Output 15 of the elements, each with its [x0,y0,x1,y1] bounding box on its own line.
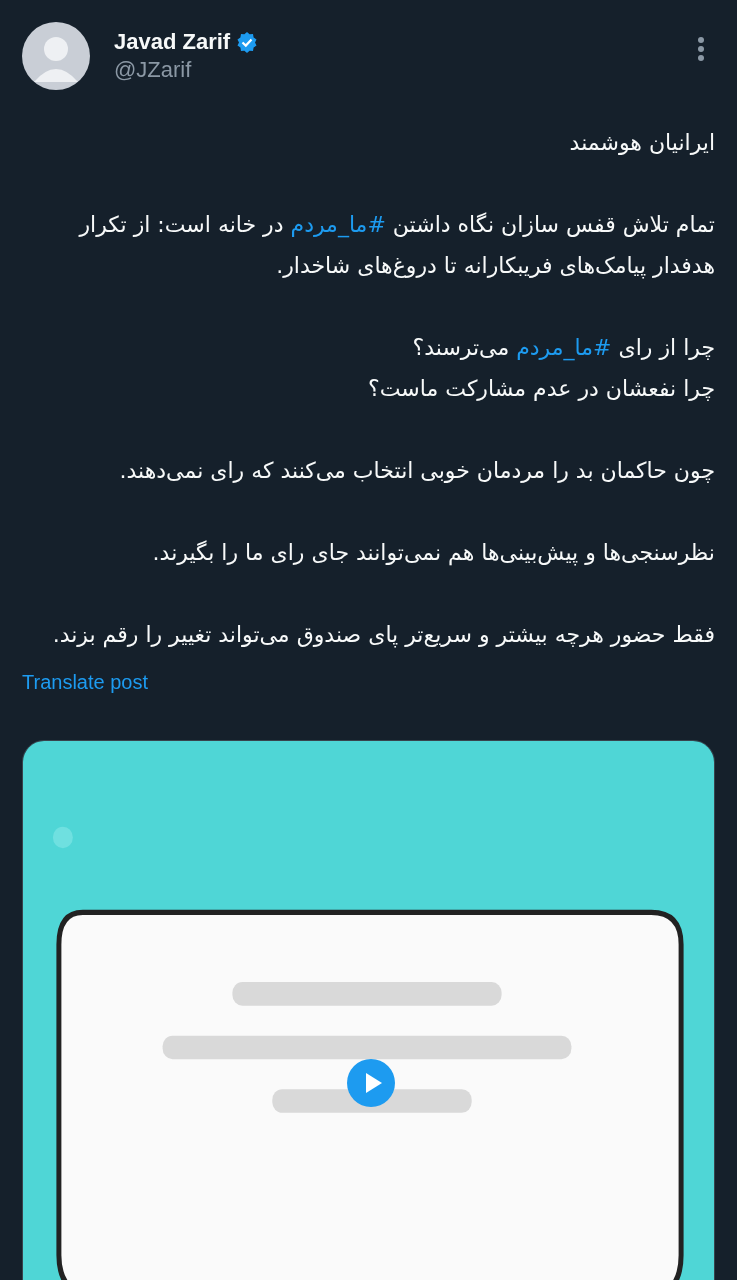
more-options-icon[interactable] [697,36,705,62]
post-text: چرا از رای #ما_مردم می‌ترسند؟ [411,334,715,363]
post-text: چون حاکمان بد را مردمان خوبی انتخاب می‌کنند که رای نمی‌دهند. [118,457,715,485]
post-text: چرا نفعشان در عدم مشارکت ماست؟ [367,375,715,403]
translate-post-link[interactable]: Translate post [22,671,148,694]
post-text: نظرسنجی‌ها و پیش‌بینی‌ها هم نمی‌توانند جای رای ما را بگیرند. [151,539,715,568]
play-icon[interactable] [347,1059,395,1107]
hashtag-link[interactable]: #ما_مردم [290,212,386,237]
post-text: ایرانیان هوشمند [568,129,715,157]
author-handle: @JZarif [114,57,193,83]
post-text: تمام تلاش قفس سازان نگاه داشتن #ما_مردم در خانه است: از تکرار هدفدار پیامک‌های فریبکارانه تا دروغ‌های شاخدار. [77,211,715,281]
avatar[interactable] [22,22,90,90]
hashtag-link[interactable]: #ما_مردم [516,335,612,360]
post-text: فقط حضور هرچه بیشتر و سریع‌تر پای صندوق می‌تواند تغییر را رقم بزند. [51,621,715,650]
author-name: Javad Zarif [114,29,231,55]
